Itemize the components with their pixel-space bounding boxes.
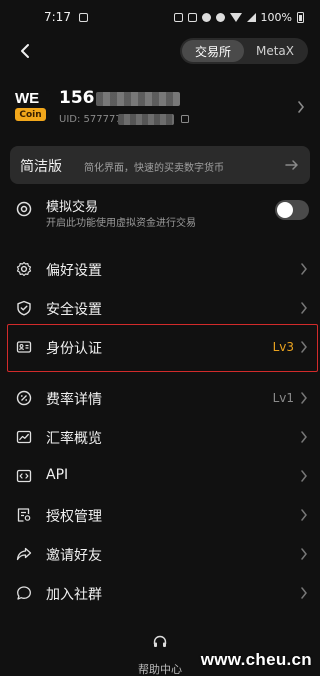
top-nav: 交易所 MetaX <box>0 34 320 68</box>
wifi-icon <box>229 12 242 22</box>
notification-icon <box>78 12 88 22</box>
percent-icon <box>16 390 32 406</box>
menu-item-rates[interactable]: 汇率概览 <box>0 418 320 457</box>
menu-item-community[interactable]: 加入社群 <box>0 574 320 613</box>
simulated-trading-title: 模拟交易 <box>46 200 99 215</box>
logo-text-bottom: Coin <box>15 108 46 121</box>
menu-label: 加入社群 <box>46 587 102 603</box>
simulation-icon <box>16 201 32 217</box>
highlight-annotation <box>7 324 318 372</box>
masked-uid <box>118 114 174 125</box>
tab-exchange[interactable]: 交易所 <box>182 40 244 62</box>
share-icon <box>16 547 32 561</box>
menu-label: 汇率概览 <box>46 431 102 447</box>
chevron-right-icon <box>301 470 307 482</box>
dnd-icon <box>201 12 211 22</box>
menu-item-preferences[interactable]: 偏好设置 <box>0 250 320 289</box>
chevron-right-icon <box>301 548 307 560</box>
menu-label: 授权管理 <box>46 509 102 525</box>
menu-label: 安全设置 <box>46 302 102 318</box>
fee-level: Lv1 <box>272 391 294 405</box>
menu-item-fees[interactable]: 费率详情 Lv1 <box>0 379 320 418</box>
chart-icon <box>16 430 32 444</box>
uid-label: UID: 577777 <box>59 114 122 125</box>
authorize-icon <box>17 508 31 522</box>
menu-item-security[interactable]: 安全设置 <box>0 289 320 328</box>
chat-icon <box>17 586 31 600</box>
chevron-right-icon <box>301 263 307 275</box>
tab-metax[interactable]: MetaX <box>244 40 306 62</box>
chevron-right-icon <box>301 302 307 314</box>
menu-label: 费率详情 <box>46 392 102 408</box>
chevron-right-icon <box>301 509 307 521</box>
menu-item-api[interactable]: API <box>0 457 320 496</box>
chevron-right-icon <box>301 587 307 599</box>
status-time: 7:17 <box>44 10 71 24</box>
profile-card[interactable]: WE Coin 156 UID: 577777 <box>0 84 320 134</box>
menu-item-invite[interactable]: 邀请好友 <box>0 535 320 574</box>
simulated-trading-row: 模拟交易 开启此功能使用虚拟资金进行交易 <box>0 190 320 232</box>
data-icon <box>187 12 197 22</box>
logo-text-top: WE <box>15 90 40 107</box>
arrow-right-icon <box>284 157 300 173</box>
shield-icon <box>17 300 31 316</box>
back-button[interactable] <box>12 38 38 64</box>
masked-phone <box>96 92 180 106</box>
simulated-trading-description: 开启此功能使用虚拟资金进行交易 <box>46 218 196 229</box>
simulated-trading-toggle[interactable] <box>275 200 309 220</box>
headset-icon <box>153 635 167 647</box>
watermark: www.cheu.cn <box>200 650 312 669</box>
signal-icon <box>246 12 256 22</box>
battery-percent: 100% <box>260 10 292 24</box>
toggle-knob <box>277 202 293 218</box>
menu-label: 邀请好友 <box>46 548 102 564</box>
menu-item-authorization[interactable]: 授权管理 <box>0 496 320 535</box>
mode-switch: 交易所 MetaX <box>180 38 308 64</box>
simple-mode-title: 简洁版 <box>20 159 62 175</box>
menu-label: API <box>46 467 69 483</box>
battery-icon <box>297 11 304 23</box>
chevron-left-icon <box>21 44 29 58</box>
menu-label: 偏好设置 <box>46 263 102 279</box>
status-bar: 7:17 100% <box>0 0 320 34</box>
wecoin-logo: WE Coin <box>14 90 50 124</box>
code-icon <box>16 469 32 483</box>
profile-chevron <box>294 98 308 116</box>
nfc-icon <box>173 12 183 22</box>
copy-icon[interactable] <box>181 115 189 123</box>
simple-mode-banner[interactable]: 简洁版 简化界面，快速的买卖数字货币 <box>10 146 310 184</box>
mute-icon <box>215 12 225 22</box>
chevron-right-icon <box>301 431 307 443</box>
chevron-right-icon <box>298 101 305 113</box>
gear-icon <box>16 261 32 277</box>
phone-number: 156 <box>59 88 95 108</box>
simple-mode-description: 简化界面，快速的买卖数字货币 <box>84 163 224 174</box>
chevron-right-icon <box>301 392 307 404</box>
